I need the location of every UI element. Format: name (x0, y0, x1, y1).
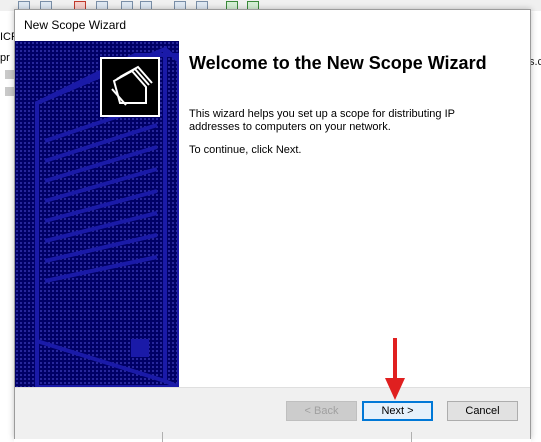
cancel-button[interactable]: Cancel (447, 401, 518, 421)
background-right-pane (530, 11, 541, 442)
wizard-heading: Welcome to the New Scope Wizard (189, 53, 487, 73)
divider (411, 432, 412, 442)
background-tree-pane: ICP pr (0, 11, 18, 442)
wizard-instruction: To continue, click Next. (189, 144, 302, 156)
background-text: pr (0, 52, 10, 64)
tree-node-icon (5, 87, 14, 96)
window-title: New Scope Wizard (24, 18, 127, 32)
divider (162, 432, 163, 442)
wizard-footer: < Back Next > Cancel (15, 387, 530, 439)
next-button[interactable]: Next > (362, 401, 433, 421)
power-button-shape (131, 339, 149, 357)
new-scope-wizard-dialog: New Scope Wizard Welcome to the New Scop… (14, 9, 531, 439)
back-button[interactable]: < Back (286, 401, 357, 421)
wizard-description: This wizard helps you set up a scope for… (189, 108, 455, 133)
title-bar[interactable]: New Scope Wizard (15, 10, 530, 40)
wizard-banner (15, 41, 179, 387)
wizard-content: Welcome to the New Scope Wizard This wiz… (179, 41, 530, 387)
tree-node-icon (5, 70, 14, 79)
annotation-arrow-icon (385, 338, 405, 400)
folders-icon (100, 57, 160, 117)
